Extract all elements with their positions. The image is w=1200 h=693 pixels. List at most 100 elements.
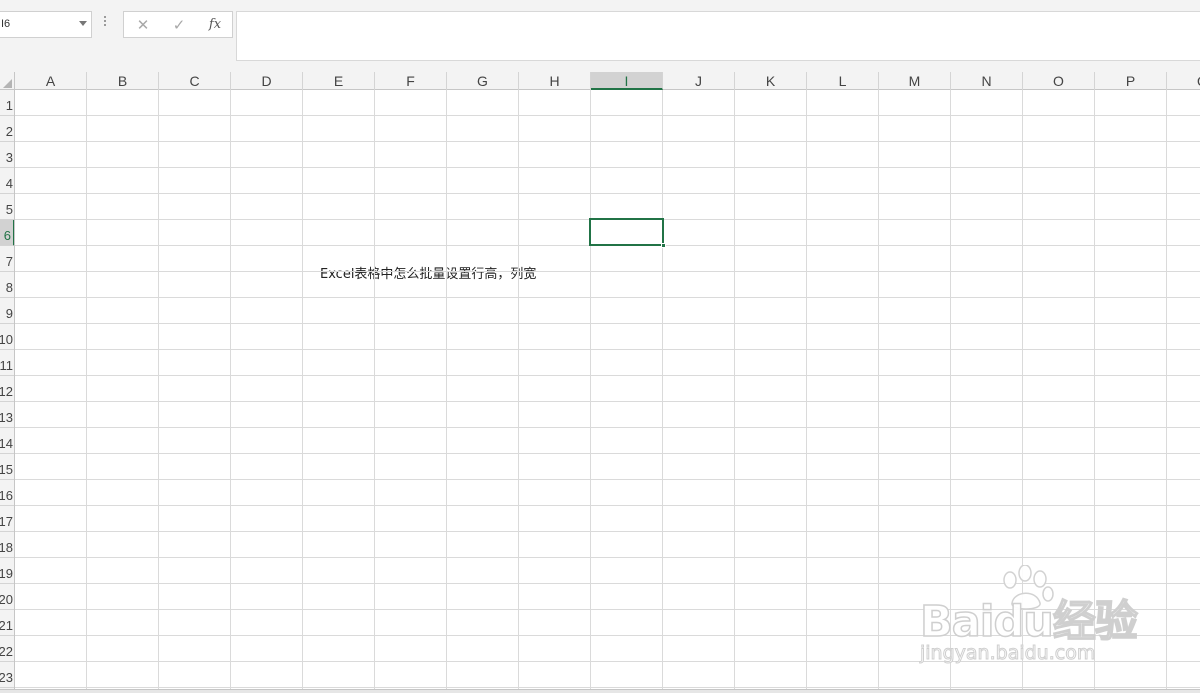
row-number: 14 — [0, 436, 13, 451]
column-header-j[interactable]: J — [663, 72, 735, 90]
row-header-9[interactable]: 9 — [0, 298, 14, 324]
column-header-l[interactable]: L — [807, 72, 879, 90]
row-header-7[interactable]: 7 — [0, 246, 14, 272]
row-header-15[interactable]: 15 — [0, 454, 14, 480]
cell-grid[interactable]: Excel表格中怎么批量设置行高，列宽 — [15, 90, 1200, 690]
row-number: 13 — [0, 410, 13, 425]
name-box[interactable]: I6 — [0, 11, 92, 38]
column-header-e[interactable]: E — [303, 72, 375, 90]
row-number: 16 — [0, 488, 13, 503]
row-header-18[interactable]: 18 — [0, 532, 14, 558]
column-header-n[interactable]: N — [951, 72, 1023, 90]
row-header-13[interactable]: 13 — [0, 402, 14, 428]
gridline-horizontal — [15, 141, 1200, 142]
select-all-button[interactable] — [0, 72, 15, 90]
row-header-19[interactable]: 19 — [0, 558, 14, 584]
gridline-vertical — [878, 90, 879, 690]
column-header-f[interactable]: F — [375, 72, 447, 90]
row-header-14[interactable]: 14 — [0, 428, 14, 454]
gridline-horizontal — [15, 557, 1200, 558]
formula-bar-grip-icon[interactable] — [104, 16, 107, 30]
row-number: 6 — [3, 228, 11, 243]
row-header-2[interactable]: 2 — [0, 116, 14, 142]
cell-e4-text: Excel表格中怎么批量设置行高，列宽 — [320, 267, 537, 282]
gridline-horizontal — [15, 375, 1200, 376]
row-number: 10 — [0, 332, 13, 347]
gridline-horizontal — [15, 635, 1200, 636]
gridline-vertical — [302, 90, 303, 690]
row-header-12[interactable]: 12 — [0, 376, 14, 402]
column-header-b[interactable]: B — [87, 72, 159, 90]
row-header-21[interactable]: 21 — [0, 610, 14, 636]
name-box-value: I6 — [1, 18, 11, 30]
row-header-4[interactable]: 4 — [0, 168, 14, 194]
row-number: 12 — [0, 384, 13, 399]
row-number: 18 — [0, 540, 13, 555]
gridline-vertical — [734, 90, 735, 690]
gridline-horizontal — [15, 479, 1200, 480]
gridline-vertical — [374, 90, 375, 690]
row-number: 8 — [5, 280, 13, 295]
active-cell-i6[interactable] — [589, 218, 666, 248]
column-header-p[interactable]: P — [1095, 72, 1167, 90]
gridline-horizontal — [15, 115, 1200, 116]
chevron-down-icon[interactable] — [79, 21, 87, 26]
formula-bar: I6 ✕ ✓ fx — [0, 0, 1200, 72]
column-header-m[interactable]: M — [879, 72, 951, 90]
row-header-10[interactable]: 10 — [0, 324, 14, 350]
row-number: 17 — [0, 514, 13, 529]
column-headers: ABCDEFGHIJKLMNOPQ — [0, 72, 1200, 90]
gridline-vertical — [446, 90, 447, 690]
row-header-8[interactable]: 8 — [0, 272, 14, 298]
row-number: 11 — [0, 358, 13, 373]
gridline-vertical — [950, 90, 951, 690]
gridline-horizontal — [15, 193, 1200, 194]
gridline-vertical — [518, 90, 519, 690]
enter-check-icon[interactable]: ✓ — [168, 16, 190, 34]
row-header-23[interactable]: 23 — [0, 662, 14, 688]
column-header-k[interactable]: K — [735, 72, 807, 90]
gridline-horizontal — [15, 687, 1200, 688]
row-header-3[interactable]: 3 — [0, 142, 14, 168]
column-header-a[interactable]: A — [15, 72, 87, 90]
row-number: 1 — [5, 98, 13, 113]
row-header-22[interactable]: 22 — [0, 636, 14, 662]
gridline-vertical — [158, 90, 159, 690]
row-header-6[interactable]: 6 — [0, 220, 14, 246]
column-header-c[interactable]: C — [159, 72, 231, 90]
gridline-horizontal — [15, 271, 1200, 272]
insert-function-icon[interactable]: fx — [204, 16, 226, 34]
cancel-icon[interactable]: ✕ — [132, 16, 154, 34]
select-all-triangle-icon — [3, 79, 12, 88]
column-header-h[interactable]: H — [519, 72, 591, 90]
row-number: 20 — [0, 592, 13, 607]
row-header-1[interactable]: 1 — [0, 90, 14, 116]
row-header-20[interactable]: 20 — [0, 584, 14, 610]
column-header-i[interactable]: I — [591, 72, 663, 90]
row-number: 7 — [5, 254, 13, 269]
gridline-horizontal — [15, 505, 1200, 506]
row-headers: 1234567891011121314151617181920212223 — [0, 90, 15, 693]
formula-input[interactable] — [236, 11, 1200, 61]
column-header-q[interactable]: Q — [1167, 72, 1200, 90]
row-number: 23 — [0, 670, 13, 685]
row-header-17[interactable]: 17 — [0, 506, 14, 532]
gridline-vertical — [1166, 90, 1167, 690]
column-header-d[interactable]: D — [231, 72, 303, 90]
gridline-vertical — [86, 90, 87, 690]
column-header-o[interactable]: O — [1023, 72, 1095, 90]
fill-handle[interactable] — [661, 243, 666, 248]
row-number: 4 — [5, 176, 13, 191]
gridline-horizontal — [15, 661, 1200, 662]
row-number: 19 — [0, 566, 13, 581]
row-header-16[interactable]: 16 — [0, 480, 14, 506]
gridline-horizontal — [15, 349, 1200, 350]
column-header-g[interactable]: G — [447, 72, 519, 90]
row-header-5[interactable]: 5 — [0, 194, 14, 220]
gridline-horizontal — [15, 453, 1200, 454]
gridline-horizontal — [15, 609, 1200, 610]
row-header-11[interactable]: 11 — [0, 350, 14, 376]
gridline-horizontal — [15, 323, 1200, 324]
gridline-horizontal — [15, 401, 1200, 402]
gridline-horizontal — [15, 167, 1200, 168]
